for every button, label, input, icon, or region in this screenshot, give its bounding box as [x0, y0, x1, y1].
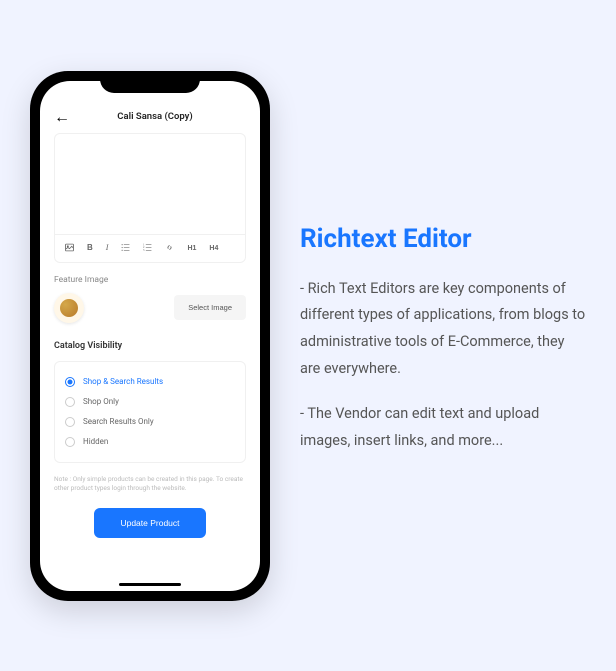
catalog-visibility-title: Catalog Visibility [54, 341, 246, 351]
svg-text:3: 3 [143, 247, 145, 251]
image-icon[interactable] [65, 243, 74, 254]
radio-option-shop-search[interactable]: Shop & Search Results [65, 372, 235, 392]
feature-image-thumbnail[interactable] [54, 293, 84, 323]
h1-button[interactable]: H1 [187, 245, 196, 252]
radio-label: Shop Only [83, 397, 119, 406]
info-panel: Richtext Editor - Rich Text Editors are … [300, 199, 586, 473]
radio-icon [65, 397, 75, 407]
feature-image-label: Feature Image [54, 275, 246, 285]
h4-button[interactable]: H4 [209, 245, 218, 252]
page-title: Cali Sansa (Copy) [80, 111, 230, 122]
info-paragraph-2: - The Vendor can edit text and upload im… [300, 401, 586, 455]
link-icon[interactable] [165, 243, 174, 254]
editor-toolbar: B I 123 H1 H4 [55, 234, 245, 262]
phone-frame: ← Cali Sansa (Copy) B I 123 [30, 71, 270, 601]
note-text: Note : Only simple products can be creat… [54, 475, 246, 495]
radio-option-shop-only[interactable]: Shop Only [65, 392, 235, 412]
radio-icon [65, 437, 75, 447]
radio-label: Search Results Only [83, 417, 154, 426]
info-title: Richtext Editor [300, 224, 586, 254]
radio-label: Hidden [83, 437, 108, 446]
back-arrow-icon[interactable]: ← [54, 109, 70, 125]
radio-icon [65, 377, 75, 387]
info-paragraph-1: - Rich Text Editors are key components o… [300, 276, 586, 383]
radio-option-search-only[interactable]: Search Results Only [65, 412, 235, 432]
content-area: B I 123 H1 H4 Feature Image [40, 133, 260, 591]
radio-option-hidden[interactable]: Hidden [65, 432, 235, 452]
bullet-list-icon[interactable] [121, 243, 130, 254]
bold-icon[interactable]: B [87, 244, 93, 252]
italic-icon[interactable]: I [106, 244, 109, 252]
numbered-list-icon[interactable]: 123 [143, 243, 152, 254]
richtext-editor: B I 123 H1 H4 [54, 133, 246, 263]
update-product-button[interactable]: Update Product [94, 508, 205, 538]
phone-notch [100, 71, 200, 93]
radio-label: Shop & Search Results [83, 377, 163, 386]
radio-icon [65, 417, 75, 427]
feature-image-row: Select Image [54, 293, 246, 323]
editor-canvas[interactable] [55, 134, 245, 234]
catalog-radio-group: Shop & Search Results Shop Only Search R… [54, 361, 246, 463]
phone-screen: ← Cali Sansa (Copy) B I 123 [40, 81, 260, 591]
home-indicator [119, 583, 181, 586]
select-image-button[interactable]: Select Image [174, 295, 246, 320]
